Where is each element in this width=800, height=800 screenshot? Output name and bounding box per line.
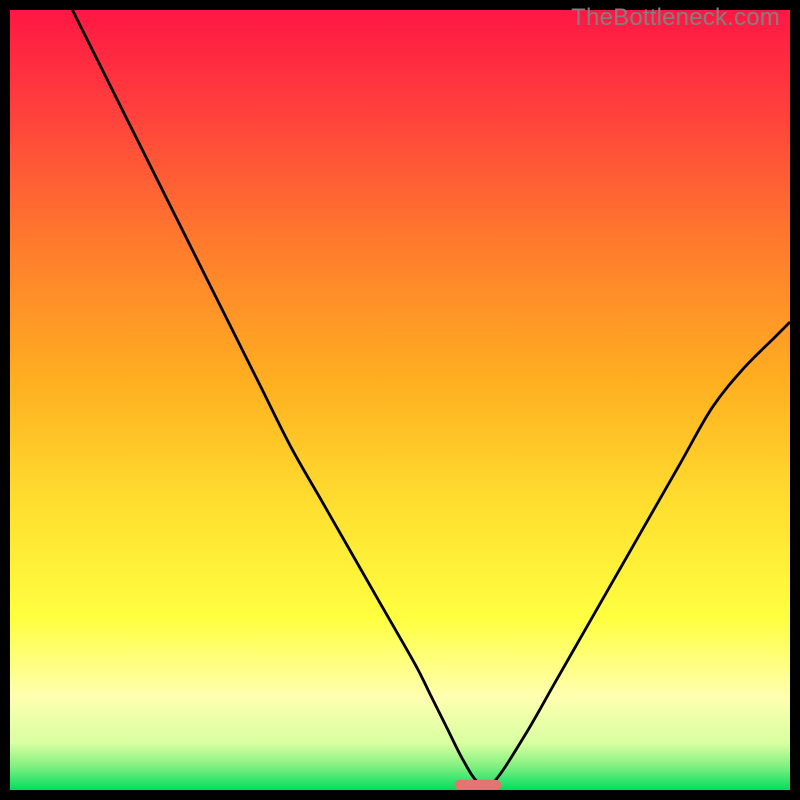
- bottleneck-chart: [10, 10, 790, 790]
- watermark-text: TheBottleneck.com: [571, 4, 780, 32]
- optimal-marker: [455, 780, 502, 790]
- background-gradient: [10, 10, 790, 790]
